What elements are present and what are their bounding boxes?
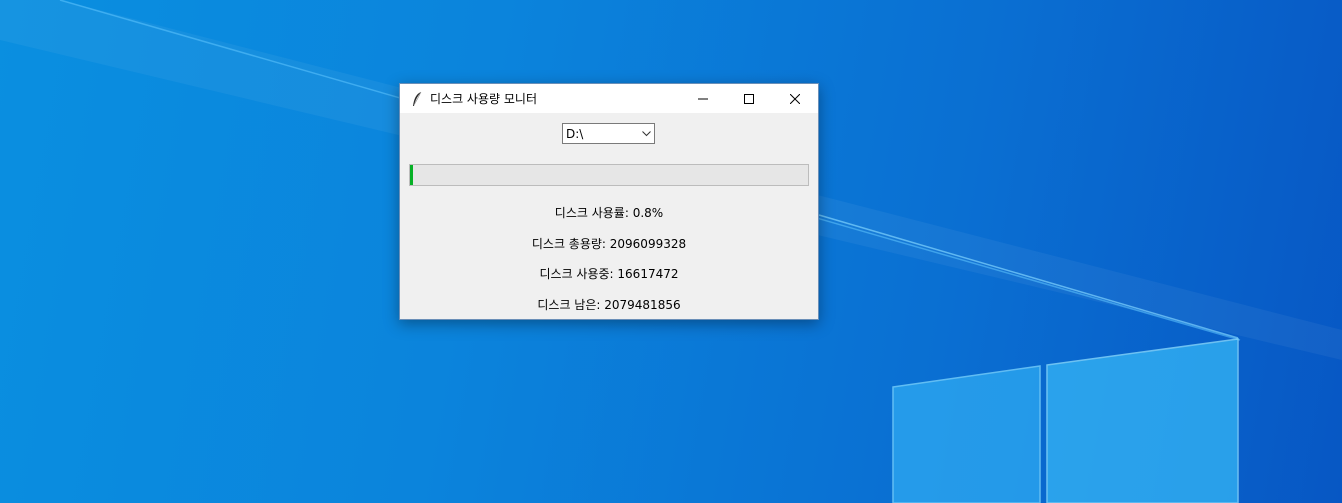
total-capacity-label: 디스크 총용량: 2096099328 (531, 237, 687, 251)
usage-percent-label: 디스크 사용률: 0.8% (554, 206, 664, 220)
progress-fill (410, 165, 414, 185)
minimize-button[interactable] (680, 84, 726, 113)
close-icon (790, 93, 800, 104)
title-bar[interactable]: 디스크 사용량 모니터 (400, 84, 818, 113)
minimize-icon (698, 98, 708, 99)
disk-usage-progress-bar (409, 164, 809, 186)
chevron-down-icon[interactable] (638, 124, 654, 143)
maximize-icon (744, 93, 754, 104)
desktop: 디스크 사용량 모니터 D:\ 디스크 사용률: 0.8% 디스크 총용량: 2… (0, 0, 1342, 503)
feather-icon (409, 91, 425, 107)
window-content: D:\ 디스크 사용률: 0.8% 디스크 총용량: 2096099328 디스… (400, 113, 818, 319)
app-window: 디스크 사용량 모니터 D:\ 디스크 사용률: 0.8% 디스크 총용량: 2… (399, 83, 819, 320)
close-button[interactable] (772, 84, 818, 113)
window-controls (680, 84, 818, 113)
window-title: 디스크 사용량 모니터 (430, 92, 537, 106)
used-space-label: 디스크 사용중: 16617472 (539, 267, 679, 281)
maximize-button[interactable] (726, 84, 772, 113)
drive-select[interactable]: D:\ (562, 123, 655, 144)
drive-select-value: D:\ (566, 126, 584, 141)
free-space-label: 디스크 남은: 2079481856 (537, 298, 681, 312)
